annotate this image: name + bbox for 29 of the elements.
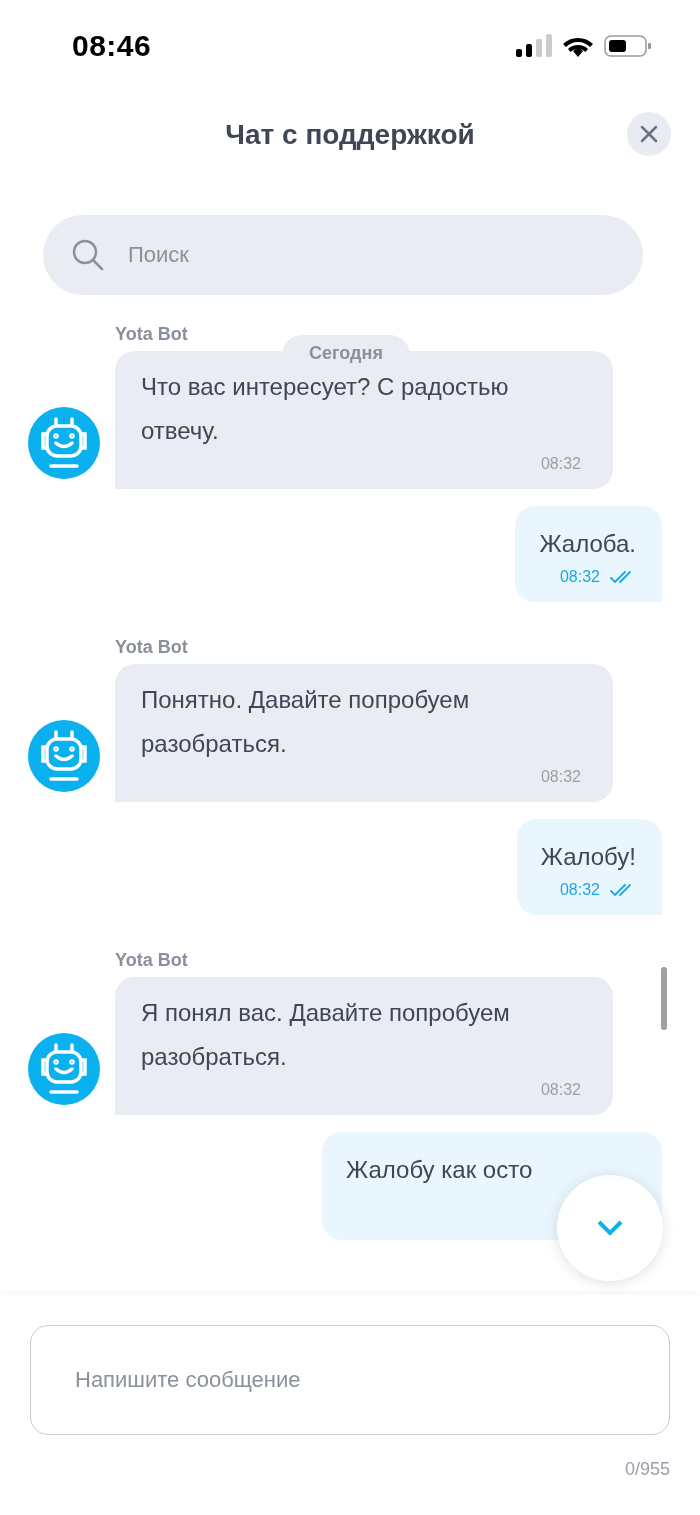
search-field[interactable]: Поиск	[43, 215, 643, 295]
message-text: Я понял вас. Давайте попробуем разобраться.	[141, 998, 511, 1072]
message-text: Понятно. Давайте попробуем разобраться.	[141, 685, 471, 759]
chat-title: Чат с поддержкой	[225, 119, 475, 151]
close-icon	[640, 125, 658, 143]
status-time: 08:46	[72, 29, 152, 63]
battery-icon	[604, 34, 652, 58]
robot-icon	[39, 729, 89, 783]
message-time: 08:32	[559, 568, 600, 586]
message-field[interactable]: Напишите сообщение	[30, 1325, 670, 1435]
message-time: 08:32	[559, 881, 600, 899]
sender-name: Yota Bot	[115, 637, 189, 658]
message-time: 08:32	[540, 455, 581, 473]
message-text: Что вас интересует? С радостью отвечу.	[141, 372, 510, 446]
scrollbar[interactable]	[661, 967, 667, 1030]
close-button[interactable]	[627, 112, 671, 156]
character-counter: 0/955	[624, 1459, 670, 1480]
message-text: Жалобу как осто	[346, 1155, 534, 1185]
signal-icon	[516, 34, 552, 58]
message-text: Жалоба.	[539, 529, 636, 559]
chevron-down-icon	[597, 1220, 623, 1236]
robot-icon	[39, 1042, 89, 1096]
robot-icon	[39, 416, 89, 470]
message-time: 08:32	[540, 768, 581, 786]
search-icon	[71, 238, 105, 272]
message-text: Жалобу!	[540, 842, 636, 872]
message-time: 08:32	[540, 1081, 581, 1099]
sender-name: Yota Bot	[115, 950, 189, 971]
sender-name: Yota Bot	[115, 324, 189, 345]
